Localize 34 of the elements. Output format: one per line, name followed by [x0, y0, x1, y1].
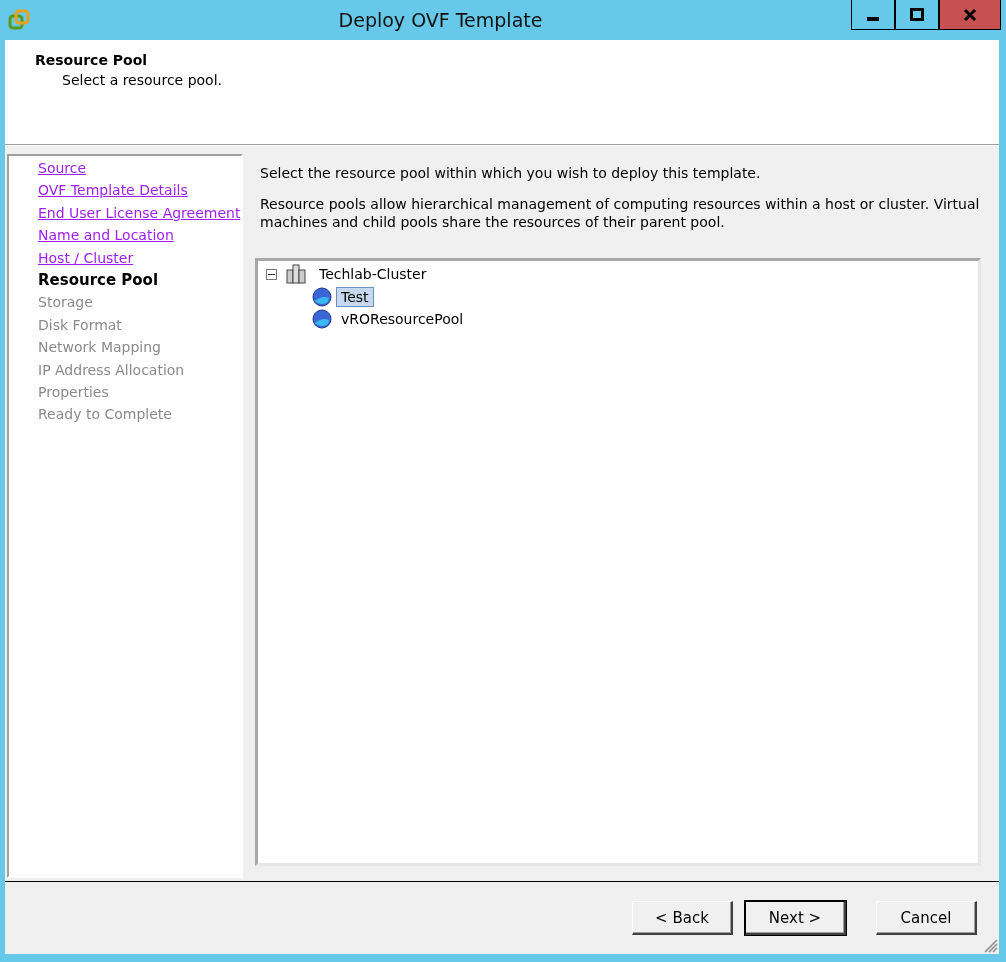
tree-item[interactable]: vROResourcePool	[336, 309, 469, 330]
page-subtitle: Select a resource pool.	[62, 72, 224, 88]
server-cluster-icon	[286, 264, 306, 285]
close-icon	[963, 7, 977, 22]
wizard-step: Resource Pool	[38, 269, 241, 292]
wizard-button[interactable]: Cancel	[876, 901, 977, 935]
wizard-step: Properties	[38, 381, 241, 404]
collapse-toggle[interactable]	[266, 268, 277, 280]
wizard-step[interactable]: OVF Template Details	[38, 179, 241, 202]
app-logo-icon	[8, 9, 30, 31]
tree-item[interactable]: Techlab-Cluster	[314, 264, 432, 285]
wizard-button[interactable]: Next >	[745, 901, 846, 935]
wizard-step[interactable]: Source	[38, 157, 241, 180]
instruction-text: Resource pools allow hierarchical management of computing resources within a host or cluster. Virtual machines and child pools share the resources of their parent pool.	[260, 195, 981, 231]
wizard-step[interactable]: Name and Location	[38, 224, 241, 247]
wizard-step[interactable]: End User License Agreement	[38, 201, 241, 225]
instruction-text: Select the resource pool within which you wish to deploy this template.	[260, 164, 762, 182]
window-title: Deploy OVF Template	[337, 9, 544, 31]
maximize-icon	[910, 7, 924, 22]
wizard-step: Network Mapping	[38, 336, 241, 359]
minimize-button[interactable]	[851, 0, 895, 30]
page-title: Resource Pool	[35, 52, 149, 68]
minimize-icon	[867, 16, 879, 21]
wizard-button[interactable]: < Back	[632, 901, 733, 935]
close-button[interactable]	[939, 0, 1001, 30]
resource-pool-icon	[312, 286, 332, 307]
wizard-step: Disk Format	[38, 313, 241, 337]
wizard-step: Ready to Complete	[38, 403, 241, 426]
wizard-step: IP Address Allocation	[38, 358, 241, 382]
wizard-step: Storage	[38, 291, 241, 314]
resource-pool-icon	[312, 309, 332, 330]
maximize-button[interactable]	[895, 0, 939, 30]
wizard-step[interactable]: Host / Cluster	[38, 246, 241, 270]
tree-item[interactable]: Test	[336, 286, 374, 307]
